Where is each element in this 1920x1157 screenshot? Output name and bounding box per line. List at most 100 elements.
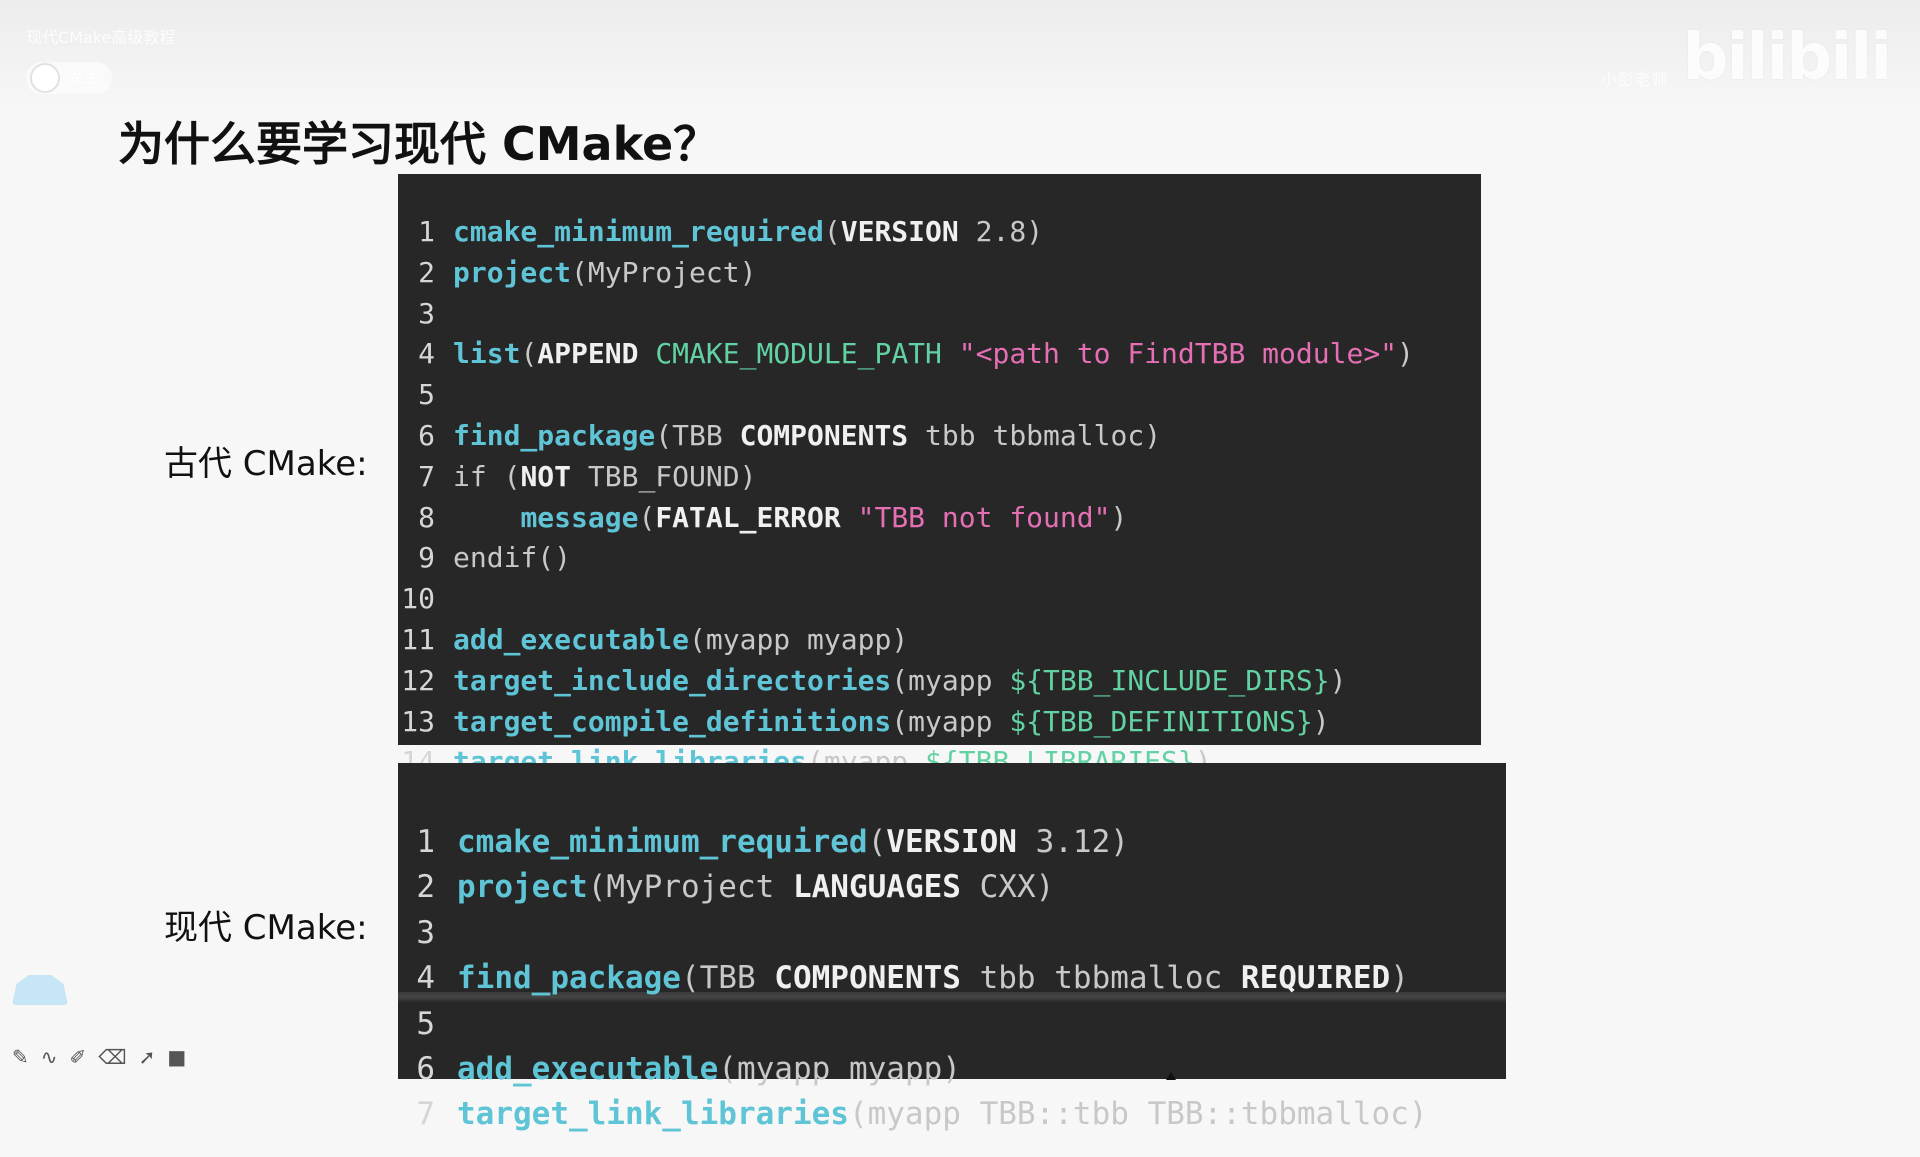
line-number: 9 bbox=[418, 541, 435, 575]
pen-icon[interactable]: ✎ bbox=[12, 1045, 29, 1069]
code-token: ) bbox=[1110, 500, 1128, 534]
code-token: NOT bbox=[520, 459, 572, 493]
line-number: 6 bbox=[418, 418, 435, 452]
code-token: MyProject bbox=[606, 869, 793, 906]
code-line: 5 bbox=[398, 375, 1481, 416]
code-text: add_executable(myapp myapp) bbox=[457, 1047, 961, 1092]
highlighter-icon[interactable]: ✐ bbox=[70, 1045, 87, 1069]
code-line: 12 target_include_directories(myapp ${TBB… bbox=[398, 661, 1481, 702]
code-text: target_link_libraries(myapp TBB::tbb TBB… bbox=[457, 1092, 1428, 1137]
code-token: ) bbox=[942, 1050, 961, 1087]
code-line: 9 endif() bbox=[398, 538, 1481, 579]
code-text: if (NOT TBB_FOUND) bbox=[453, 457, 756, 498]
code-token: cmake_minimum_required bbox=[457, 824, 868, 860]
code-line: 3 bbox=[398, 911, 1506, 956]
cloud-icon[interactable] bbox=[12, 975, 68, 1005]
code-token: ) bbox=[891, 622, 909, 656]
pointer-icon[interactable]: ➚ bbox=[139, 1045, 156, 1069]
code-line: 2 project(MyProject LANGUAGES CXX) bbox=[398, 865, 1506, 910]
code-token: 3.12 bbox=[1016, 824, 1111, 860]
code-token: TBB bbox=[699, 960, 775, 997]
code-token: if ( bbox=[453, 459, 521, 493]
code-token: ) bbox=[1312, 704, 1330, 738]
code-token: ( bbox=[571, 255, 588, 289]
code-text: find_package(TBB COMPONENTS tbb tbbmallo… bbox=[457, 956, 1409, 1001]
code-token: VERSION bbox=[886, 824, 1017, 860]
code-token: ( bbox=[823, 215, 841, 248]
line-number: 10 bbox=[401, 582, 435, 616]
video-title: 现代CMake高级教程 bbox=[26, 28, 176, 47]
code-token: ( bbox=[848, 1096, 868, 1133]
code-token: project bbox=[453, 255, 572, 289]
code-token: message bbox=[520, 500, 639, 534]
code-text: cmake_minimum_required(VERSION 3.12) bbox=[457, 820, 1129, 865]
code-token: ) bbox=[1035, 869, 1055, 906]
avatar bbox=[30, 63, 60, 93]
code-line: 6 find_package(TBB COMPONENTS tbb tbbmall… bbox=[398, 416, 1481, 457]
code-text: cmake_minimum_required(VERSION 2.8) bbox=[453, 212, 1043, 253]
code-token: ( bbox=[891, 704, 909, 738]
watermark-author: 小彭老师 bbox=[1600, 70, 1669, 89]
code-token: project bbox=[457, 869, 588, 906]
code-token: ) bbox=[1110, 824, 1129, 860]
line-number: 2 bbox=[416, 869, 435, 906]
code-token: VERSION bbox=[840, 215, 959, 248]
line-number: 1 bbox=[418, 215, 435, 248]
code-token: add_executable bbox=[453, 622, 690, 656]
line-number: 3 bbox=[418, 296, 435, 330]
code-token: COMPONENTS bbox=[774, 960, 961, 997]
code-line: 2 project(MyProject) bbox=[398, 253, 1481, 294]
code-line: 13 target_compile_definitions(myapp ${TBB… bbox=[398, 702, 1481, 743]
code-token: ( bbox=[867, 824, 887, 860]
code-token: myapp bbox=[908, 704, 1010, 738]
code-token: COMPONENTS bbox=[739, 418, 909, 452]
code-token: "<path to FindTBB module>" bbox=[958, 337, 1398, 371]
line-number: 7 bbox=[418, 459, 435, 493]
uploader-follow[interactable]: 关注 bbox=[26, 62, 112, 94]
line-number: 12 bbox=[401, 663, 435, 697]
code-token: ( bbox=[587, 869, 607, 906]
code-token: CXX bbox=[960, 869, 1036, 906]
line-number: 5 bbox=[418, 378, 435, 412]
code-token: myapp TBB::tbb TBB::tbbmalloc bbox=[867, 1096, 1409, 1133]
code-token: cmake_minimum_required bbox=[453, 215, 824, 248]
code-line: 10 bbox=[398, 579, 1481, 620]
code-token: ) bbox=[1408, 1096, 1428, 1133]
line-number: 4 bbox=[418, 337, 435, 371]
curve-icon[interactable]: ∿ bbox=[41, 1045, 58, 1069]
code-line: 7 target_link_libraries(myapp TBB::tbb TB… bbox=[398, 1092, 1506, 1137]
code-token: ) bbox=[1390, 960, 1409, 997]
code-token: find_package bbox=[457, 960, 681, 997]
code-line: 5 bbox=[398, 1002, 1506, 1047]
code-token: ( bbox=[520, 337, 538, 371]
code-token: TBB_FOUND) bbox=[571, 459, 757, 493]
code-line: 8 message(FATAL_ERROR "TBB not found") bbox=[398, 498, 1481, 539]
old-cmake-label: 古代 CMake: bbox=[164, 444, 368, 484]
code-token: ${TBB_INCLUDE_DIRS} bbox=[1009, 663, 1330, 697]
old-cmake-code-block: 1 cmake_minimum_required(VERSION 2.8) 2 pro… bbox=[398, 174, 1481, 778]
line-number: 13 bbox=[401, 704, 435, 738]
code-text: endif() bbox=[453, 538, 571, 579]
code-token: ) bbox=[739, 255, 757, 289]
code-token: myapp bbox=[908, 663, 1010, 697]
old-code-lines: 1 cmake_minimum_required(VERSION 2.8) 2 pro… bbox=[398, 212, 1481, 783]
line-number: 8 bbox=[418, 500, 435, 534]
code-token: ) bbox=[1026, 215, 1044, 248]
code-token: add_executable bbox=[457, 1050, 719, 1087]
code-line: 3 bbox=[398, 294, 1481, 335]
code-token: tbb tbbmalloc bbox=[908, 418, 1145, 452]
code-token: ) bbox=[1397, 337, 1414, 371]
line-number: 7 bbox=[416, 1096, 435, 1133]
code-text: target_include_directories(myapp ${TBB_I… bbox=[453, 661, 1346, 702]
code-text: target_compile_definitions(myapp ${TBB_D… bbox=[453, 702, 1330, 743]
camera-icon[interactable]: ■ bbox=[167, 1045, 186, 1069]
code-token: APPEND bbox=[537, 337, 639, 371]
code-token: LANGUAGES bbox=[792, 869, 961, 906]
code-token: target_include_directories bbox=[453, 663, 892, 697]
eraser-icon[interactable]: ⌫ bbox=[98, 1045, 126, 1069]
line-number: 2 bbox=[418, 255, 435, 289]
code-token: find_package bbox=[453, 418, 656, 452]
code-token: ) bbox=[1144, 418, 1162, 452]
code-token: ( bbox=[718, 1050, 737, 1087]
